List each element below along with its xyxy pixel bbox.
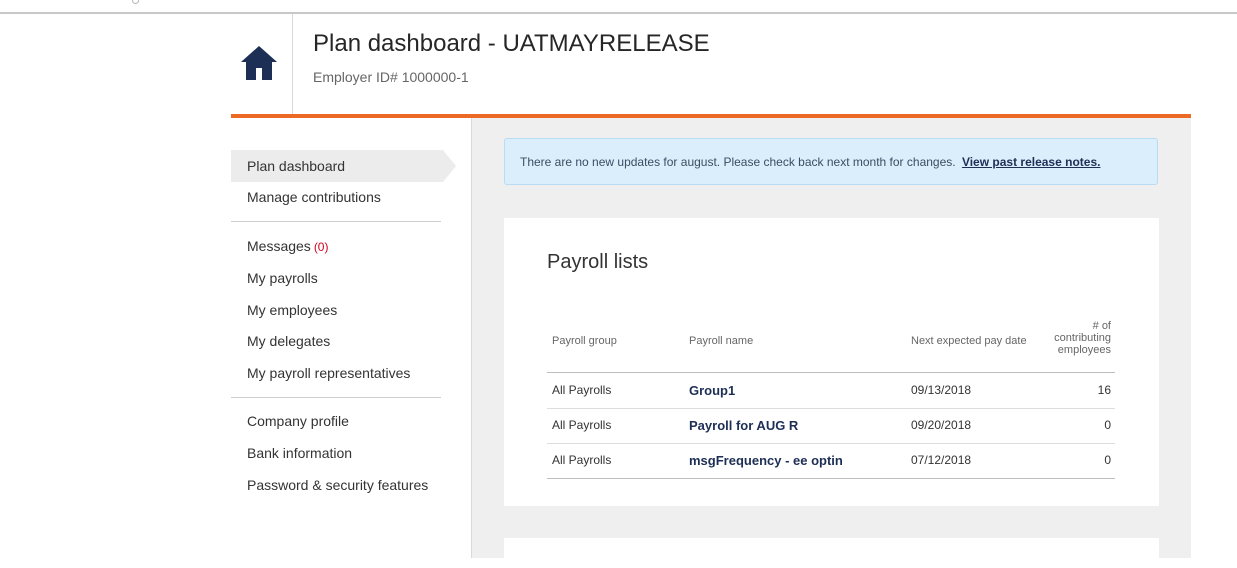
sidebar-item-label: My employees [247,302,338,318]
sidebar-item-label: Company profile [247,413,349,429]
pay-date-cell: 07/12/2018 [911,453,972,467]
sidebar-item-label: Manage contributions [247,189,381,205]
employer-id: Employer ID# 1000000-1 [313,69,469,85]
column-header-payroll-name: Payroll name [689,335,754,347]
messages-count-badge: (0) [313,240,329,254]
next-card [504,538,1159,568]
sidebar-item-label: My delegates [247,333,331,349]
release-notes-banner: There are no new updates for august. Ple… [504,138,1158,185]
payroll-group-cell: All Payrolls [552,418,612,432]
sidebar-item-label: My payrolls [247,270,318,286]
sidebar-item-company-profile[interactable]: Company profile [231,405,456,437]
payroll-name-link[interactable]: Group1 [689,373,735,408]
sidebar-item-label: Bank information [247,445,353,461]
sidebar-item-password-security[interactable]: Password & security features [231,469,456,501]
sidebar-item-label: Password & security features [247,477,429,493]
sidebar-divider [231,397,441,398]
home-icon [241,46,277,80]
main-content: There are no new updates for august. Ple… [472,118,1191,568]
sidebar-item-bank-information[interactable]: Bank information [231,437,456,469]
column-header-next-pay-date: Next expected pay date [911,335,1027,347]
payroll-name-link[interactable]: msgFrequency - ee optin [689,443,843,478]
column-header-contributing-employees: # of contributing employees [1054,320,1111,356]
sidebar-item-my-employees[interactable]: My employees [231,294,456,326]
employee-count-cell: 0 [1104,418,1111,432]
page-title: Plan dashboard - UATMAYRELEASE [313,30,710,57]
sidebar-item-manage-contributions[interactable]: Manage contributions [231,181,456,213]
employee-count-cell: 16 [1097,383,1111,397]
sidebar-item-label: Messages [247,238,311,254]
sidebar-divider [231,221,441,222]
table-row: All Payrolls Group1 09/13/2018 16 [547,372,1115,409]
sidebar-item-label: Plan dashboard [247,158,346,174]
sidebar-item-my-payroll-representatives[interactable]: My payroll representatives [231,357,456,389]
sidebar-item-messages[interactable]: Messages (0) [231,230,456,262]
payroll-name-link[interactable]: Payroll for AUG R [689,408,798,443]
pay-date-cell: 09/20/2018 [911,418,972,432]
top-edge-icon [128,0,142,4]
payroll-group-cell: All Payrolls [552,453,612,467]
home-button[interactable] [231,14,293,115]
sidebar-item-plan-dashboard[interactable]: Plan dashboard [231,150,456,182]
view-release-notes-link[interactable]: View past release notes. [962,155,1101,169]
sidebar-item-my-delegates[interactable]: My delegates [231,325,456,357]
payroll-lists-title: Payroll lists [547,251,649,273]
table-row: All Payrolls msgFrequency - ee optin 07/… [547,443,1115,479]
payroll-lists-card: Payroll lists Payroll group Payroll name… [504,218,1159,506]
table-row: All Payrolls Payroll for AUG R 09/20/201… [547,408,1115,444]
sidebar-nav: Plan dashboard Manage contributions Mess… [231,118,472,558]
column-header-payroll-group: Payroll group [552,335,617,347]
payroll-group-cell: All Payrolls [552,383,612,397]
employee-count-cell: 0 [1104,453,1111,467]
page-header: Plan dashboard - UATMAYRELEASE Employer … [231,14,1191,115]
sidebar-item-my-payrolls[interactable]: My payrolls [231,262,456,294]
banner-text: There are no new updates for august. Ple… [520,155,956,169]
sidebar-item-label: My payroll representatives [247,365,411,381]
pay-date-cell: 09/13/2018 [911,383,972,397]
